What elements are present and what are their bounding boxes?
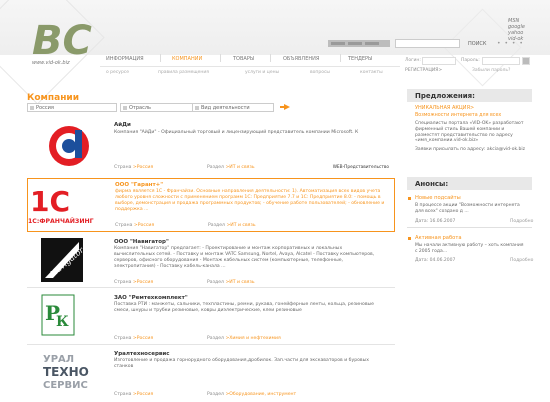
nav-ads[interactable]: ОБЪЯВЛЕНИЯ (283, 56, 319, 62)
company-item[interactable]: УРАЛ ТЕХНО СЕРВИС Уралтехносервис Изгото… (27, 348, 395, 400)
company-section: Раздел >Химия и нефтехимия (207, 336, 281, 341)
divider (407, 227, 532, 228)
bullet-icon (408, 197, 411, 200)
company-country: Страна >Россия (114, 165, 154, 170)
svg-text:1C: 1C (30, 185, 70, 218)
login-label: Логин: (405, 58, 421, 63)
company-description: Изготовление и продажа горнорудного обор… (114, 358, 369, 369)
company-item[interactable]: 1C 1С:ФРАНЧАЙЗИНГ ООО "Гарант+" фирма яв… (27, 178, 395, 232)
svg-text:УРАЛ: УРАЛ (43, 354, 74, 365)
nav-companies[interactable]: КОМПАНИИ (172, 56, 202, 62)
login-submit-button[interactable] (522, 57, 530, 65)
company-name[interactable]: АйДи (114, 122, 131, 128)
company-description: Компания "Навигатор" предлагает: - Проек… (114, 246, 375, 269)
nav-tenders[interactable]: ТЕНДЕРЫ (348, 56, 372, 62)
company-name[interactable]: Уралтехносервис (114, 351, 169, 357)
password-label: Пароль: (461, 58, 480, 63)
page-title: Компании (27, 93, 80, 103)
register-link[interactable]: РЕГИСТРАЦИЯ> (405, 68, 442, 73)
nav-info[interactable]: ИНФОРМАЦИЯ (106, 56, 144, 62)
site-url: www.vid-ok.biz (32, 60, 70, 66)
company-section: Раздел >ИТ и связь (208, 223, 256, 228)
nav-goods[interactable]: ТОВАРЫ (233, 56, 254, 62)
subnav-about[interactable]: о ресурсе (106, 70, 129, 75)
news-text: В процессе акции "Возможности интернета … (415, 203, 520, 214)
company-item[interactable]: Р К ЗАО "Ремтехкомплект" Поставка РТИ : … (27, 292, 395, 344)
subnav-questions[interactable]: вопросы (310, 70, 330, 75)
search-input[interactable] (395, 39, 460, 48)
company-name[interactable]: ЗАО "Ремтехкомплект" (114, 295, 188, 301)
subnav-prices[interactable]: услуги и цены (245, 70, 279, 75)
news-heading: Анонсы: (407, 177, 532, 190)
company-country: Страна >Россия (114, 392, 154, 397)
site-header: BC www.vid-ok.biz ПОИСК • • • • MSN goog… (0, 0, 550, 105)
company-logo-navigator[interactable]: Navigator (41, 238, 83, 282)
nav-divider (340, 54, 341, 62)
search-engines[interactable]: MSN google yahoo vid-ok (508, 18, 525, 42)
company-section: Раздел >Оборудование, инструмент (207, 392, 297, 397)
country-select[interactable]: Россия (27, 103, 117, 112)
svg-text:1С:ФРАНЧАЙЗИНГ: 1С:ФРАНЧАЙЗИНГ (28, 216, 94, 225)
nav-divider (270, 54, 271, 62)
sub-nav: о ресурсе правила размещения услуги и це… (100, 66, 400, 76)
bullet-icon (408, 237, 411, 240)
company-country: Страна >Россия (115, 223, 155, 228)
svg-text:К: К (56, 314, 69, 330)
company-name[interactable]: ООО "Гарант+" (115, 182, 163, 188)
offers-heading: Предложения: (407, 89, 532, 102)
site-logo[interactable]: BC (30, 16, 98, 62)
news-date: Дата: 04.06.2007 (415, 258, 456, 263)
company-country: Страна >Россия (114, 280, 154, 285)
news-title[interactable]: Новые подсайты (415, 195, 461, 201)
company-logo-uraltech[interactable]: УРАЛ ТЕХНО СЕРВИС (41, 350, 89, 392)
news-text: Мы начали активную работу – хоть компани… (415, 243, 524, 254)
company-description: Поставка РТИ : манжеты, сальники, техпла… (114, 302, 374, 313)
filter-bar: Россия Отрасль Вид деятельности (27, 103, 395, 115)
company-section: Раздел >ИТ и связь (207, 280, 255, 285)
offer-text: Специалисты портала «VID-OK» разработают… (415, 121, 524, 144)
svg-text:СЕРВИС: СЕРВИС (43, 380, 88, 391)
logo-text: BC (32, 18, 92, 62)
news-more-link[interactable]: Подробно (510, 219, 533, 224)
subnav-rules[interactable]: правила размещения (158, 70, 209, 75)
company-logo-aidi[interactable] (41, 120, 97, 172)
company-logo-1c[interactable]: 1C 1С:ФРАНЧАЙЗИНГ (26, 181, 100, 227)
search-scope-bar[interactable] (328, 40, 390, 47)
subnav-contacts[interactable]: контакты (360, 70, 383, 75)
select-marker (123, 106, 127, 110)
password-field[interactable] (482, 57, 520, 65)
company-description: фирма является 1С - Франчайзи. Основные … (115, 189, 385, 212)
select-marker (30, 106, 34, 110)
filter-go-icon[interactable] (284, 104, 290, 110)
forgot-password-link[interactable]: Забыли пароль? (472, 68, 510, 73)
company-item[interactable]: Navigator ООО "Навигатор" Компания "Нави… (27, 236, 395, 290)
company-country: Страна >Россия (114, 336, 154, 341)
news-title[interactable]: Активная работа (415, 235, 462, 241)
company-logo-remtech[interactable]: Р К (41, 294, 75, 336)
select-marker (195, 106, 199, 110)
company-name[interactable]: ООО "Навигатор" (114, 239, 169, 245)
login-field[interactable] (422, 57, 456, 65)
nav-divider (160, 54, 161, 62)
offer-headline[interactable]: УНИКАЛЬНАЯ АКЦИЯ> (415, 105, 474, 111)
company-section: Раздел >ИТ и связь (207, 165, 255, 170)
search-button[interactable]: ПОИСК (468, 41, 486, 47)
company-item[interactable]: АйДи Компания "АйДи" - Официальный торго… (27, 118, 395, 176)
offer-subtitle[interactable]: Возможности интернета для всех (415, 113, 501, 118)
divider (27, 344, 395, 345)
news-more-link[interactable]: Подробно (510, 258, 533, 263)
nav-divider (220, 54, 221, 62)
svg-text:ТЕХНО: ТЕХНО (43, 365, 89, 379)
news-date: Дата: 16.06.2007 (415, 219, 456, 224)
offer-contact: Заявки присылать по адресу: akcia@vid-ok… (415, 147, 525, 152)
activity-select[interactable]: Вид деятельности (192, 103, 274, 112)
company-rep-link[interactable]: WEB-Представительство (333, 165, 389, 170)
main-nav: ИНФОРМАЦИЯ КОМПАНИИ ТОВАРЫ ОБЪЯВЛЕНИЯ ТЕ… (100, 53, 400, 65)
engine-item[interactable]: vid-ok (508, 36, 525, 42)
company-description: Компания "АйДи" - Официальный торговый и… (114, 130, 359, 135)
